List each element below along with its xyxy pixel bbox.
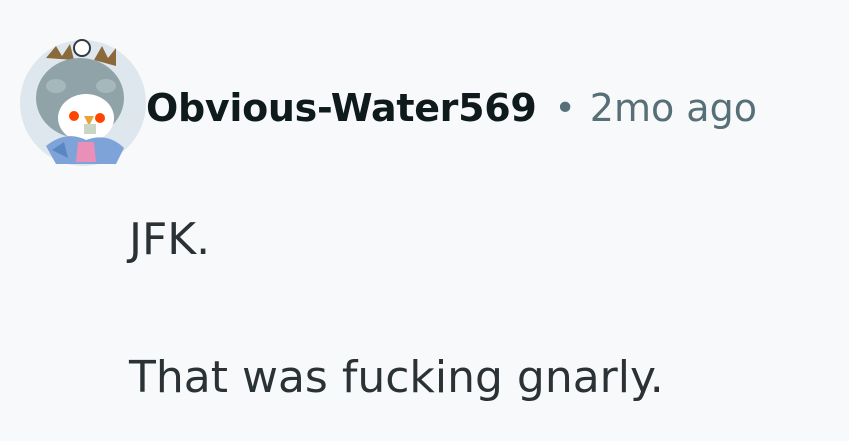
user-avatar[interactable] — [16, 38, 150, 168]
meta-separator: • — [554, 87, 576, 129]
comment-timestamp[interactable]: 2mo ago — [590, 86, 757, 130]
comment-body: JFK. That was fucking gnarly. — [129, 210, 829, 408]
comment-paragraph: That was fucking gnarly. — [129, 352, 664, 403]
snoo-avatar-icon — [20, 39, 146, 166]
comment-paragraph: JFK. — [129, 214, 211, 265]
author-username[interactable]: Obvious-Water569 — [146, 86, 537, 130]
comment: Obvious-Water569 • 2mo ago JFK. That was… — [0, 0, 849, 441]
comment-meta: Obvious-Water569 • 2mo ago — [146, 78, 757, 138]
